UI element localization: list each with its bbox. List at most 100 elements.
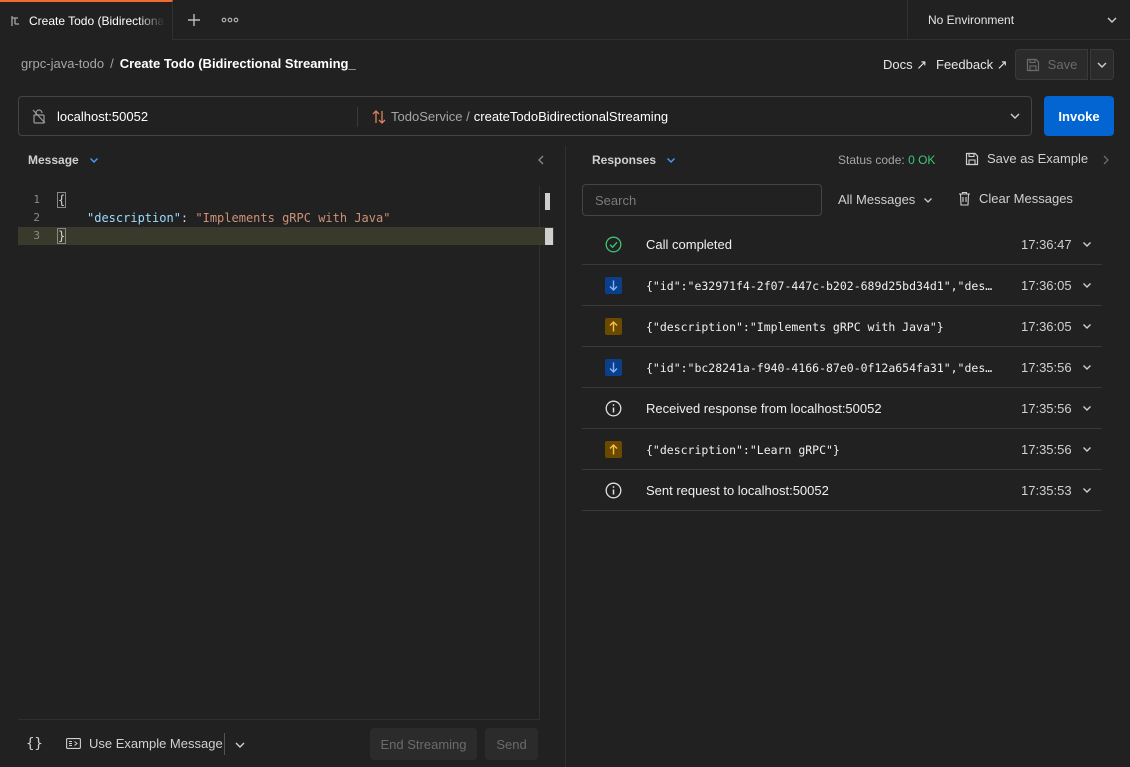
status-code: Status code: 0 OK <box>838 153 935 167</box>
responses-tab[interactable]: Responses <box>592 153 676 167</box>
chevron-down-icon <box>1106 14 1118 26</box>
check-circle-icon <box>605 236 622 253</box>
status-value: 0 OK <box>908 153 936 167</box>
streaming-arrows-icon <box>371 109 387 125</box>
response-row[interactable]: Call completed 17:36:47 <box>582 224 1102 265</box>
response-row[interactable]: Sent request to localhost:50052 17:35:53 <box>582 470 1102 511</box>
chevron-down-icon[interactable] <box>1082 403 1092 413</box>
response-text: {"id":"e32971f4-2f07-447c-b202-689d25bd3… <box>646 279 996 293</box>
grpc-icon <box>10 15 21 27</box>
lock-off-icon[interactable] <box>32 109 46 124</box>
format-braces-button[interactable]: {} <box>26 736 43 752</box>
clear-label: Clear Messages <box>979 191 1073 206</box>
chevron-right-icon[interactable] <box>1102 154 1110 166</box>
chevron-down-icon <box>89 158 98 163</box>
response-row[interactable]: {"id":"e32971f4-2f07-447c-b202-689d25bd3… <box>582 265 1102 306</box>
breadcrumb-separator: / <box>110 56 114 71</box>
chevron-down-icon[interactable] <box>1082 362 1092 372</box>
response-row[interactable]: {"description":"Implements gRPC with Jav… <box>582 306 1102 347</box>
message-editor[interactable]: 1 { 2 "description": "Implements gRPC wi… <box>18 186 554 719</box>
line-number: 3 <box>33 229 40 242</box>
end-streaming-button[interactable]: End Streaming <box>370 728 477 760</box>
response-text: {"description":"Learn gRPC"} <box>646 443 840 457</box>
search-input[interactable] <box>582 184 822 216</box>
response-text: {"description":"Implements gRPC with Jav… <box>646 320 944 334</box>
response-row[interactable]: {"description":"Learn gRPC"} 17:35:56 <box>582 429 1102 470</box>
code-line: 1 { <box>18 191 554 209</box>
line-number: 1 <box>33 193 40 206</box>
message-tab[interactable]: Message <box>28 153 99 167</box>
arrow-down-icon <box>605 359 622 376</box>
chevron-down-icon[interactable] <box>1082 444 1092 454</box>
chevron-down-icon[interactable] <box>1082 280 1092 290</box>
message-filter-dropdown[interactable]: All Messages <box>838 192 933 207</box>
response-text: Sent request to localhost:50052 <box>646 483 829 498</box>
breadcrumb-collection[interactable]: grpc-java-todo <box>21 56 104 71</box>
save-as-example-button[interactable]: Save as Example <box>965 151 1088 166</box>
request-url-bar: localhost:50052 TodoService / createTodo… <box>18 96 1032 136</box>
use-example-message-button[interactable]: Use Example Message <box>66 736 223 751</box>
chevron-down-icon[interactable] <box>1082 485 1092 495</box>
new-tab-button[interactable] <box>184 10 204 30</box>
chevron-down-icon <box>1097 62 1107 68</box>
chevron-down-icon[interactable] <box>1082 239 1092 249</box>
chevron-down-icon[interactable] <box>1082 321 1092 331</box>
arrow-up-icon <box>605 441 622 458</box>
docs-link[interactable]: Docs ↗ <box>883 57 927 73</box>
method-selector[interactable]: TodoService / createTodoBidirectionalStr… <box>391 109 668 124</box>
json-value: "Implements gRPC with Java" <box>195 211 391 225</box>
breadcrumb-current[interactable]: Create Todo (Bidirectional Streaming_ <box>120 56 356 71</box>
server-url-input[interactable]: localhost:50052 <box>57 109 148 124</box>
environment-selector[interactable]: No Environment <box>907 0 1130 40</box>
environment-label: No Environment <box>928 13 1015 27</box>
chevron-down-icon[interactable] <box>1009 110 1021 122</box>
editor-cursor-marker <box>545 228 553 245</box>
tab-title: Create Todo (Bidirectional Streaming) <box>29 14 165 28</box>
use-example-label: Use Example Message <box>89 736 223 751</box>
save-icon <box>965 152 979 166</box>
tab-create-todo[interactable]: Create Todo (Bidirectional Streaming) <box>0 0 173 40</box>
feedback-link[interactable]: Feedback ↗ <box>936 57 1008 73</box>
save-button[interactable]: Save <box>1015 49 1088 80</box>
response-time: 17:36:05 <box>1021 319 1072 334</box>
save-label: Save <box>1047 57 1078 72</box>
send-button[interactable]: Send <box>485 728 538 760</box>
code-text: } <box>56 227 67 245</box>
use-example-divider <box>224 733 225 755</box>
arrow-down-icon <box>605 277 622 294</box>
response-time: 17:35:53 <box>1021 483 1072 498</box>
response-row[interactable]: Received response from localhost:50052 17… <box>582 388 1102 429</box>
example-icon <box>66 738 81 749</box>
editor-footer-divider <box>18 719 540 720</box>
more-tabs-button[interactable] <box>220 10 240 30</box>
response-time: 17:35:56 <box>1021 401 1072 416</box>
response-time: 17:35:56 <box>1021 442 1072 457</box>
save-dropdown-button[interactable] <box>1090 49 1114 80</box>
info-icon <box>605 400 622 417</box>
chevron-down-icon <box>924 197 933 203</box>
code-brace: { <box>56 192 67 208</box>
collapse-left-icon[interactable] <box>536 154 546 166</box>
invoke-button[interactable]: Invoke <box>1044 96 1114 136</box>
save-as-example-label: Save as Example <box>987 151 1089 166</box>
code-text: { <box>56 191 67 209</box>
json-colon: : <box>180 211 196 225</box>
response-text: Call completed <box>646 237 732 252</box>
code-brace: } <box>56 228 67 244</box>
code-text: "description": "Implements gRPC with Jav… <box>87 209 390 227</box>
filter-label: All Messages <box>838 192 916 207</box>
pane-divider[interactable] <box>565 146 566 767</box>
code-line: 2 "description": "Implements gRPC with J… <box>18 209 554 227</box>
response-time: 17:36:47 <box>1021 237 1072 252</box>
clear-messages-button[interactable]: Clear Messages <box>958 191 1073 206</box>
url-divider <box>357 107 358 127</box>
code-line-active: 3 } <box>18 227 554 245</box>
responses-title: Responses <box>592 153 657 167</box>
response-row[interactable]: {"id":"bc28241a-f940-4166-87e0-0f12a654f… <box>582 347 1102 388</box>
json-key: "description" <box>87 211 181 225</box>
chevron-down-icon[interactable] <box>234 739 246 751</box>
info-icon <box>605 482 622 499</box>
response-time: 17:36:05 <box>1021 278 1072 293</box>
save-icon <box>1026 58 1040 72</box>
arrow-up-icon <box>605 318 622 335</box>
